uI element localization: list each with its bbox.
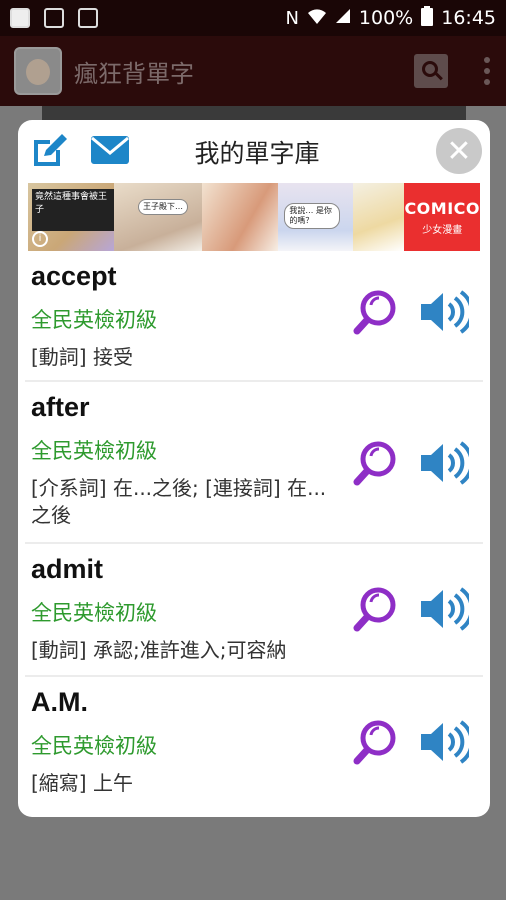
definition-text: [動詞] 承認;准許進入;可容納 — [31, 638, 287, 662]
word-library-dialog: 我的單字庫 ✕ 竟然這種事會被王子 i 王子殿下… 我說… 是你的嗎？ COMIC… — [18, 120, 490, 817]
banner-ad[interactable]: 竟然這種事會被王子 i 王子殿下… 我說… 是你的嗎？ COMICO 少女漫畫 — [28, 183, 480, 251]
lookup-icon[interactable] — [351, 717, 401, 767]
dimmed-content — [42, 106, 466, 120]
wifi-icon — [307, 7, 327, 30]
clock: 16:45 — [441, 7, 496, 29]
overflow-menu-icon[interactable] — [484, 57, 492, 85]
notification-camera-icon — [78, 8, 98, 28]
word-text: admit — [31, 554, 104, 584]
banner-subtitle: 少女漫畫 — [422, 224, 463, 236]
speaker-icon[interactable] — [419, 289, 474, 335]
ad-info-icon[interactable]: i — [32, 231, 48, 247]
word-list: accept 全民英檢初級 [動詞] 接受 after 全民英檢初級 [介系詞]… — [18, 251, 490, 809]
banner-brand: COMICO — [404, 198, 480, 218]
lookup-icon[interactable] — [351, 584, 401, 634]
signal-icon — [335, 8, 351, 29]
speaker-icon[interactable] — [419, 440, 474, 486]
search-icon[interactable] — [414, 54, 448, 88]
app-logo[interactable] — [14, 47, 62, 95]
banner-bubble: 王子殿下… — [137, 199, 188, 215]
app-title: 瘋狂背單字 — [74, 59, 194, 88]
speaker-icon[interactable] — [419, 719, 474, 765]
close-icon[interactable]: ✕ — [436, 128, 482, 174]
definition-text: [介系詞] 在...之後; [連接詞] 在...之後 — [31, 476, 327, 527]
banner-caption: 竟然這種事會被王子 — [32, 189, 114, 231]
notification-photo-icon — [10, 8, 30, 28]
dimmed-background — [0, 817, 506, 900]
battery-percentage: 100% — [358, 7, 414, 29]
list-item[interactable]: after 全民英檢初級 [介系詞] 在...之後; [連接詞] 在...之後 — [25, 382, 483, 544]
banner-bubble: 我說… 是你的嗎？ — [284, 203, 341, 229]
list-item[interactable]: admit 全民英檢初級 [動詞] 承認;准許進入;可容納 — [25, 544, 483, 677]
lookup-icon[interactable] — [351, 438, 401, 488]
nfc-icon: N — [285, 7, 299, 29]
definition-text: [動詞] 接受 — [31, 345, 133, 369]
app-bar: 瘋狂背單字 — [0, 36, 506, 106]
dialog-header: 我的單字庫 ✕ — [18, 120, 490, 182]
list-item[interactable]: accept 全民英檢初級 [動詞] 接受 — [25, 251, 483, 382]
definition-text: [縮寫] 上午 — [31, 771, 133, 795]
word-text: A.M. — [31, 687, 88, 717]
status-bar: N 100% 16:45 — [0, 0, 506, 36]
list-item[interactable]: A.M. 全民英檢初級 [縮寫] 上午 — [25, 677, 483, 809]
lookup-icon[interactable] — [351, 287, 401, 337]
word-text: after — [31, 392, 90, 422]
speaker-icon[interactable] — [419, 586, 474, 632]
battery-icon — [421, 5, 434, 31]
notification-image-icon — [44, 8, 64, 28]
dialog-title: 我的單字庫 — [194, 139, 320, 168]
